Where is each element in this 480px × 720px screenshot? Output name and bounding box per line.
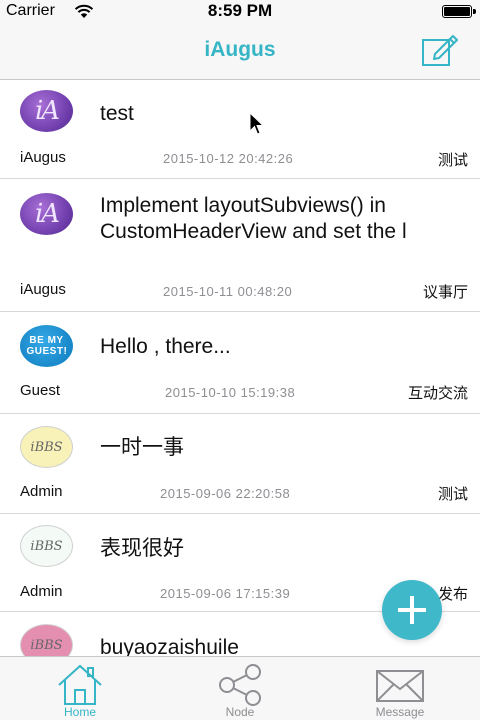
avatar[interactable]: BE MY GUEST! xyxy=(20,325,73,367)
tab-node-label: Node xyxy=(225,705,255,719)
mouse-cursor-icon xyxy=(249,112,265,135)
topic-timestamp: 2015-10-12 20:42:26 xyxy=(163,151,294,166)
topic-row[interactable]: BE MY GUEST! Hello , there... Guest 2015… xyxy=(0,312,480,414)
new-topic-button[interactable] xyxy=(382,580,442,640)
topic-row[interactable]: iBBS 一时一事 Admin 2015-09-06 22:20:58 测试 xyxy=(0,414,480,514)
tab-home-label: Home xyxy=(63,705,96,719)
envelope-icon xyxy=(376,670,424,702)
topic-list[interactable]: iA test iAugus 2015-10-12 20:42:26 测试 iA… xyxy=(0,80,480,656)
status-bar: Carrier 8:59 PM xyxy=(0,0,480,24)
topic-title: Implement layoutSubviews() in CustomHead… xyxy=(100,194,407,243)
topic-author[interactable]: iAugus xyxy=(20,281,66,298)
home-icon xyxy=(58,664,102,705)
topic-node[interactable]: 测试 xyxy=(438,483,468,504)
compose-icon[interactable] xyxy=(420,32,460,68)
topic-timestamp: 2015-10-11 00:48:20 xyxy=(163,284,293,299)
page-title: iAugus xyxy=(204,38,276,61)
topic-node[interactable]: 议事厅 xyxy=(423,281,468,302)
topic-row[interactable]: iA Implement layoutSubviews() in CustomH… xyxy=(0,179,480,312)
topic-title: 表现很好 xyxy=(100,537,184,560)
avatar[interactable]: iA xyxy=(20,90,73,132)
topic-timestamp: 2015-09-06 17:15:39 xyxy=(160,586,291,601)
tab-home[interactable]: Home xyxy=(0,657,160,720)
tab-node[interactable]: Node xyxy=(160,657,320,720)
avatar[interactable]: iBBS xyxy=(20,624,73,656)
tab-message-label: Message xyxy=(375,705,425,719)
avatar[interactable]: iBBS xyxy=(20,525,73,567)
battery-icon xyxy=(442,5,476,18)
topic-timestamp: 2015-09-06 22:20:58 xyxy=(160,486,291,501)
topic-author[interactable]: Admin xyxy=(20,483,63,500)
navigation-bar: iAugus xyxy=(0,24,480,80)
topic-author[interactable]: Guest xyxy=(20,382,60,399)
plus-icon xyxy=(398,596,426,624)
topic-author[interactable]: Admin xyxy=(20,583,63,600)
topic-row[interactable]: iA test iAugus 2015-10-12 20:42:26 测试 xyxy=(0,80,480,179)
topic-title: Hello , there... xyxy=(100,335,231,358)
topic-node[interactable]: 测试 xyxy=(438,149,468,170)
avatar[interactable]: iA xyxy=(20,193,73,235)
topic-node[interactable]: 发布 xyxy=(438,583,468,604)
clock: 8:59 PM xyxy=(207,1,273,20)
share-icon xyxy=(219,664,261,706)
topic-author[interactable]: iAugus xyxy=(20,149,66,166)
tab-message[interactable]: Message xyxy=(320,657,480,720)
topic-title: 一时一事 xyxy=(100,436,184,459)
topic-timestamp: 2015-10-10 15:19:38 xyxy=(165,385,296,400)
avatar[interactable]: iBBS xyxy=(20,426,73,468)
topic-title: test xyxy=(100,102,134,125)
topic-node[interactable]: 互动交流 xyxy=(408,382,468,403)
tab-bar: Home Node Message xyxy=(0,656,480,720)
